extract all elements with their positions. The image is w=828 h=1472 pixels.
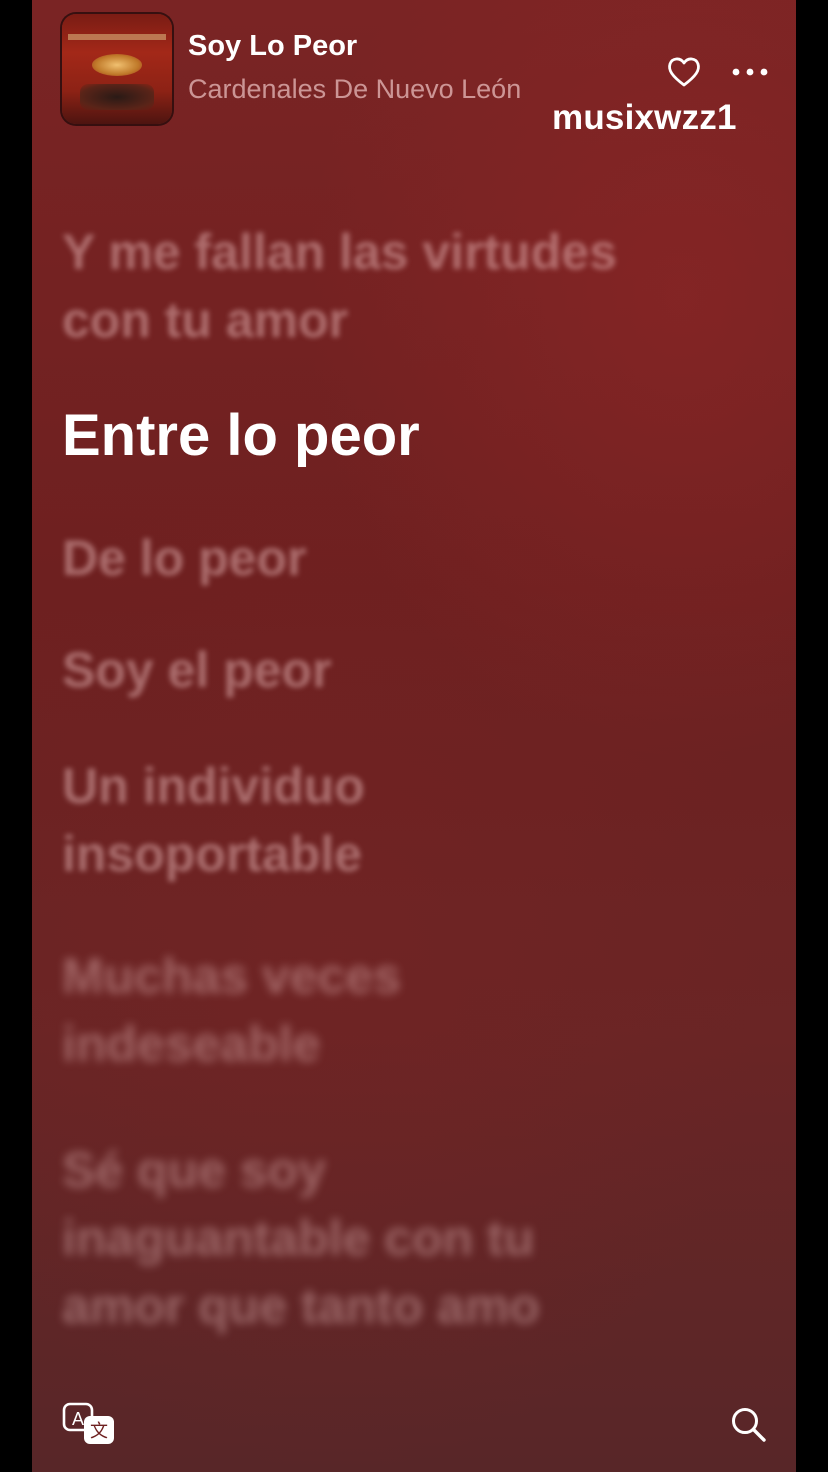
lyric-line[interactable]: Y me fallan las virtudes con tu amor [62, 218, 702, 354]
translate-button[interactable]: A 文 [62, 1402, 118, 1448]
album-artwork[interactable] [62, 14, 172, 124]
ellipsis-icon [732, 68, 768, 76]
lyric-line[interactable]: Muchas veces indeseable [62, 942, 522, 1078]
lyric-line[interactable]: Soy el peor [62, 636, 702, 704]
artwork-emblem [92, 54, 142, 76]
favorite-button[interactable] [664, 52, 704, 92]
artwork-figures [80, 84, 154, 110]
svg-text:A: A [72, 1409, 84, 1429]
svg-text:文: 文 [90, 1421, 108, 1442]
song-title[interactable]: Soy Lo Peor [188, 30, 357, 63]
lyric-line[interactable]: De lo peor [62, 524, 702, 592]
search-icon [732, 1408, 766, 1442]
lyrics-screen: Soy Lo Peor Cardenales De Nuevo León mus… [32, 0, 796, 1472]
lyric-line[interactable]: Un individuo insoportable [62, 752, 482, 888]
watermark-text: musixwzz1 [552, 98, 737, 137]
heart-outline-icon [668, 57, 700, 87]
search-button[interactable] [728, 1404, 770, 1446]
lyric-line[interactable]: Sé que soy inaguantable con tu amor que … [62, 1136, 622, 1340]
artwork-band [68, 34, 166, 40]
translate-icon: A 文 [62, 1402, 114, 1444]
artist-name[interactable]: Cardenales De Nuevo León [188, 74, 521, 105]
lyric-line-active[interactable]: Entre lo peor [62, 402, 702, 470]
more-options-button[interactable] [728, 52, 772, 92]
